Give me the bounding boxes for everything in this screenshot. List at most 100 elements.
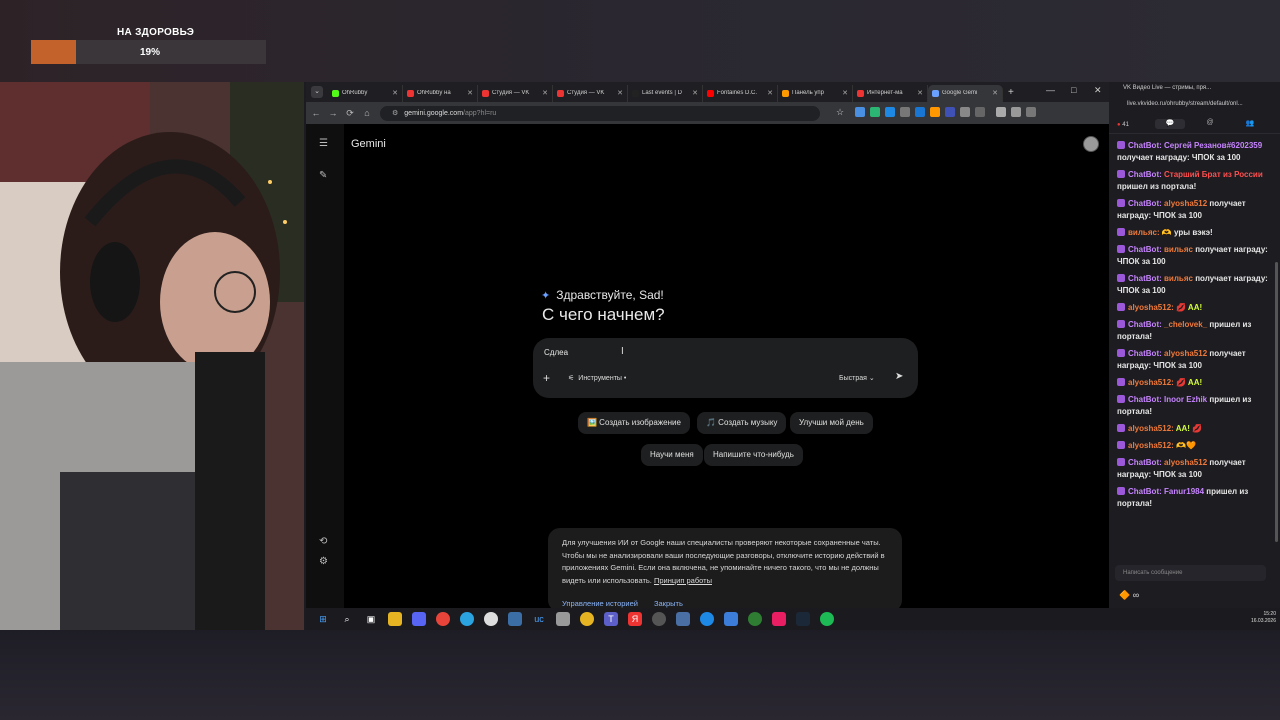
maximize-button[interactable]: □ [1071, 85, 1076, 95]
discord-icon[interactable] [412, 612, 426, 626]
extension-icon[interactable] [885, 107, 896, 117]
app-icon[interactable] [580, 612, 594, 626]
task-view-icon[interactable]: ▣ [364, 612, 378, 626]
extension-icon[interactable] [855, 107, 866, 117]
chat-footer-icons[interactable]: 🔶 ∞ [1119, 590, 1139, 601]
steam-icon[interactable] [796, 612, 810, 626]
chat-username[interactable]: ChatBot: [1128, 274, 1162, 283]
search-icon[interactable]: ⌕ [340, 612, 354, 626]
chat-username[interactable]: alyosha512: [1128, 303, 1174, 312]
users-tab-icon[interactable]: 👥 [1235, 119, 1265, 129]
home-button[interactable]: ⌂ [360, 108, 374, 118]
new-tab-button[interactable]: + [1008, 87, 1014, 98]
chip-improve-day[interactable]: Улучши мой день [790, 412, 873, 434]
tab-close-icon[interactable]: ✕ [617, 89, 623, 97]
gemini-title[interactable]: Gemini [351, 138, 386, 150]
chrome-icon[interactable] [436, 612, 450, 626]
mentions-tab-icon[interactable]: @ [1195, 119, 1225, 129]
prompt-input[interactable]: Сдлеа I + ⚟ Инструменты • Быстрая ⌄ ➤ [533, 338, 918, 398]
tab-close-icon[interactable]: ✕ [467, 89, 473, 97]
tab-2[interactable]: Студия — VK ✕ [478, 84, 553, 102]
extension-icon[interactable] [945, 107, 956, 117]
settings-gear-icon[interactable]: ⚙ [319, 556, 328, 567]
tab-close-icon[interactable]: ✕ [692, 89, 698, 97]
tab-3[interactable]: Студия — VK ✕ [553, 84, 628, 102]
chat-username[interactable]: alyosha512: [1128, 378, 1174, 387]
app-icon[interactable] [700, 612, 714, 626]
chat-username[interactable]: ChatBot: [1128, 170, 1162, 179]
download-icon[interactable] [996, 107, 1007, 117]
tab-close-icon[interactable]: ✕ [542, 89, 548, 97]
menu-icon[interactable]: ☰ [319, 138, 328, 149]
profile-icon[interactable] [1011, 107, 1022, 117]
extension-icon[interactable] [960, 107, 971, 117]
send-button[interactable]: ➤ [895, 371, 903, 382]
chat-scrollbar[interactable] [1275, 262, 1278, 542]
start-windows-icon[interactable]: ⊞ [316, 612, 330, 626]
chip-teach-me[interactable]: Научи меня [641, 444, 703, 466]
chat-username[interactable]: ChatBot: [1128, 141, 1162, 150]
app-icon[interactable] [652, 612, 666, 626]
tools-button[interactable]: ⚟ Инструменты • [568, 374, 626, 382]
extension-icon[interactable] [900, 107, 911, 117]
chip-write-something[interactable]: Напишите что-нибудь [704, 444, 803, 466]
tab-6[interactable]: Панель упр ✕ [778, 84, 853, 102]
chip-create-music[interactable]: 🎵 Создать музыку [697, 412, 787, 434]
tab-close-icon[interactable]: ✕ [992, 89, 998, 97]
extension-icon[interactable] [930, 107, 941, 117]
extension-icon[interactable] [870, 107, 881, 117]
app-icon[interactable] [556, 612, 570, 626]
back-button[interactable]: ← [309, 108, 323, 118]
chip-create-image[interactable]: 🖼️ Создать изображение [578, 412, 690, 434]
app-icon[interactable]: uc [532, 612, 546, 626]
spotify-icon[interactable] [820, 612, 834, 626]
site-info-icon[interactable]: ⚙ [392, 110, 398, 117]
tab-close-icon[interactable]: ✕ [917, 89, 923, 97]
file-explorer-icon[interactable] [388, 612, 402, 626]
app-icon[interactable] [772, 612, 786, 626]
chat-message-input[interactable]: Написать сообщение [1115, 565, 1266, 581]
chat-username[interactable]: ChatBot: [1128, 320, 1162, 329]
chat-url[interactable]: live.vkvideo.ru/ohrubby/stream/default/o… [1127, 101, 1243, 107]
chat-tab-icon[interactable]: 💬 [1155, 119, 1185, 129]
chat-username[interactable]: вильяс: [1128, 228, 1160, 237]
tab-close-icon[interactable]: ✕ [767, 89, 773, 97]
yandex-icon[interactable]: Я [628, 612, 642, 626]
reload-button[interactable]: ⟳ [343, 108, 357, 119]
model-selector[interactable]: Быстрая ⌄ [839, 374, 875, 382]
tab-1[interactable]: OhRubby на ✕ [403, 84, 478, 102]
app-icon[interactable] [748, 612, 762, 626]
teams-icon[interactable]: T [604, 612, 618, 626]
tab-7[interactable]: Интернет-ма ✕ [853, 84, 928, 102]
history-icon[interactable]: ⟲ [319, 536, 327, 547]
app-icon[interactable] [724, 612, 738, 626]
telegram-icon[interactable] [460, 612, 474, 626]
close-window-button[interactable]: ✕ [1094, 85, 1102, 96]
chat-username[interactable]: ChatBot: [1128, 245, 1162, 254]
bookmark-star-icon[interactable]: ☆ [836, 107, 844, 118]
tab-5[interactable]: Fontaines D.C. ✕ [703, 84, 778, 102]
chat-username[interactable]: ChatBot: [1128, 458, 1162, 467]
chat-username[interactable]: ChatBot: [1128, 349, 1162, 358]
prompt-text[interactable]: Сдлеа [544, 348, 568, 357]
how-it-works-link[interactable]: Принцип работы [654, 576, 712, 585]
tab-close-icon[interactable]: ✕ [842, 89, 848, 97]
tab-close-icon[interactable]: ✕ [392, 89, 398, 97]
tab-4[interactable]: Last events | D ✕ [628, 84, 703, 102]
extension-icon[interactable] [915, 107, 926, 117]
menu-icon[interactable] [1026, 107, 1037, 117]
avatar[interactable] [1083, 136, 1099, 152]
tab-8[interactable]: Google Gemi ✕ [928, 84, 1003, 102]
app-icon[interactable] [508, 612, 522, 626]
extension-icon[interactable] [975, 107, 986, 117]
tab-0[interactable]: OhRubby ✕ [328, 84, 403, 102]
add-attachment-button[interactable]: + [543, 371, 550, 385]
app-icon[interactable] [676, 612, 690, 626]
new-chat-icon[interactable]: ✎ [319, 170, 327, 181]
chat-username[interactable]: ChatBot: [1128, 487, 1162, 496]
chat-username[interactable]: alyosha512: [1128, 441, 1174, 450]
minimize-button[interactable]: — [1046, 85, 1055, 95]
system-clock[interactable]: 15:20 16.03.2026 [1251, 611, 1276, 625]
app-icon[interactable] [484, 612, 498, 626]
chat-username[interactable]: ChatBot: [1128, 199, 1162, 208]
